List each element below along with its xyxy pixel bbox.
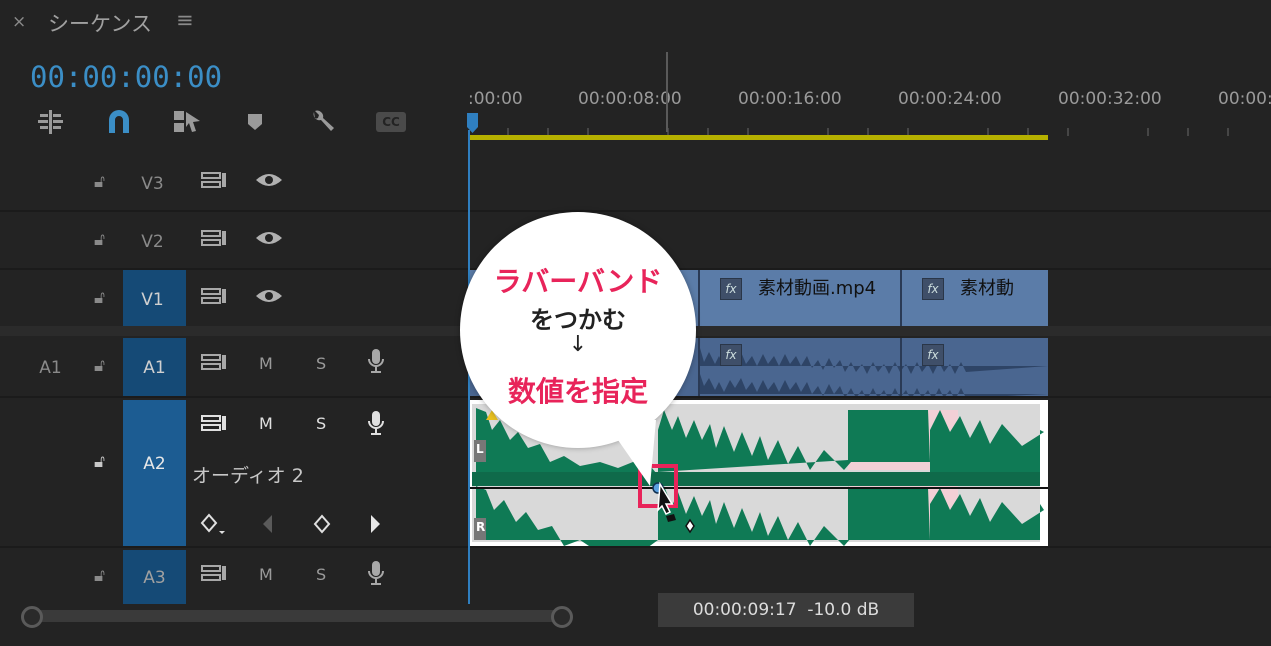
eye-icon[interactable] [254,228,284,252]
add-keyframe-icon[interactable] [311,512,333,540]
track-label-v3[interactable]: V3 [121,174,184,194]
playhead-timecode[interactable]: 00:00:00:00 [30,60,222,94]
lock-icon[interactable]: 🔓︎ [94,172,105,192]
ruler-tick-label: 00:00:32:00 [1058,89,1162,109]
clip-name: 素材動画.mp4 [758,278,877,299]
ruler-tick-label: 00:00:16:00 [738,89,842,109]
fx-badge[interactable]: fx [922,278,944,300]
hover-time-indicator [666,52,668,132]
snap-magnet-icon[interactable] [102,108,136,136]
track-header-v1[interactable] [0,270,468,328]
mute-button-a1[interactable]: M [259,354,273,373]
track-v3[interactable] [468,154,1271,212]
zoom-handle-left[interactable] [21,606,43,628]
solo-button-a1[interactable]: S [316,354,326,373]
ruler-ticks [507,128,1229,136]
track-label-a3[interactable]: A3 [123,568,186,588]
add-marker-icon[interactable] [238,108,272,136]
solo-button-a3[interactable]: S [316,565,326,584]
zoom-scrollbar-track[interactable] [30,610,560,622]
track-label-v2[interactable]: V2 [121,232,184,252]
fx-badge[interactable]: fx [922,344,944,366]
clip-name: 素材動 [960,278,1014,299]
lock-icon[interactable]: 🔓︎ [94,288,105,308]
track-label-a1[interactable]: A1 [123,358,186,378]
channel-label-right: R [476,520,486,534]
panel-title[interactable]: シーケンス [48,8,152,38]
tooltip-value: -10.0 dB [807,600,880,620]
ruler-tick-label: 00:00:24:00 [898,89,1002,109]
callout-line-2: をつかむ [530,306,626,334]
fx-badge[interactable]: fx [720,278,742,300]
next-keyframe-icon[interactable] [366,512,386,540]
microphone-icon[interactable] [366,560,386,590]
close-icon[interactable]: × [12,12,26,32]
sync-lock-icon[interactable] [200,413,228,437]
callout-line-1: ラバーバンド [493,265,663,298]
ruler-tick-label: 00:00: [1218,89,1271,109]
track-header-v3[interactable] [0,154,468,212]
rubber-band-tooltip: 00:00:09:17 -10.0 dB [658,593,914,627]
track-name-a2[interactable]: オーディオ 2 [192,461,304,488]
eye-icon[interactable] [254,170,284,194]
lock-icon[interactable]: 🔓︎ [94,230,105,250]
callout-arrow: ↓ [568,332,588,357]
source-patch-a1[interactable]: A1 [19,358,82,378]
track-header-a3[interactable] [0,548,468,606]
callout-line-3: 数値を指定 [507,375,648,408]
insert-nest-icon[interactable] [34,108,68,136]
solo-button-a2[interactable]: S [316,414,326,433]
tooltip-time: 00:00:09:17 [692,600,797,620]
cc-label: CC [376,112,406,132]
mute-button-a3[interactable]: M [259,565,273,584]
zoom-handle-right[interactable] [551,606,573,628]
callout-tail [604,420,656,486]
sync-lock-icon[interactable] [200,563,228,587]
channel-label-left: L [476,442,484,456]
eye-icon[interactable] [254,286,284,310]
timeline-settings-wrench-icon[interactable] [306,108,340,136]
panel-menu-icon[interactable]: ≡ [176,8,194,32]
lock-icon[interactable]: 🔓︎ [94,452,105,472]
sync-lock-icon[interactable] [200,352,228,376]
fx-badge[interactable]: fx [720,344,742,366]
track-label-a2[interactable]: A2 [123,454,186,474]
sync-lock-icon[interactable] [200,170,228,194]
linked-selection-icon[interactable] [170,108,204,136]
callout-bubble: ラバーバンド をつかむ ↓ 数値を指定 [460,212,696,448]
captions-cc-icon[interactable]: CC [374,108,408,136]
track-header-v2[interactable] [0,212,468,270]
lock-icon[interactable]: 🔓︎ [94,356,105,376]
microphone-icon[interactable] [366,410,386,440]
keyframe-menu-icon[interactable] [200,512,228,540]
ruler-tick-label: :00:00 [468,89,523,109]
sync-lock-icon[interactable] [200,286,228,310]
sync-lock-icon[interactable] [200,228,228,252]
mute-button-a2[interactable]: M [259,414,273,433]
track-label-v1[interactable]: V1 [121,290,184,310]
work-area-bar[interactable] [468,135,1048,140]
microphone-icon[interactable] [366,348,386,378]
previous-keyframe-icon[interactable] [258,512,278,540]
lock-icon[interactable]: 🔓︎ [94,566,105,586]
